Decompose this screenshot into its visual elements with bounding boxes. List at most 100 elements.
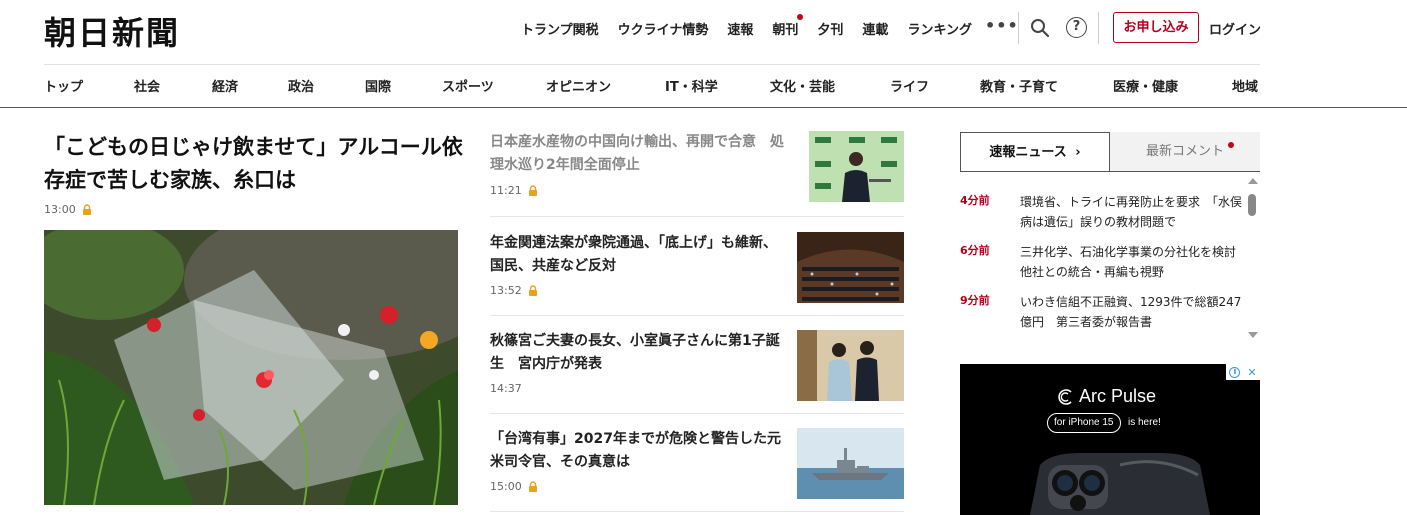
nav-bottom-line <box>0 107 1407 108</box>
article-thumbnail[interactable] <box>797 232 904 303</box>
search-icon[interactable] <box>1030 18 1050 38</box>
lead-headline[interactable]: 「こどもの日じゃけ飲ませて」アルコール依存症で苦しむ家族、糸口は <box>44 131 464 197</box>
close-icon[interactable]: ✕ <box>1247 366 1256 379</box>
subscribe-button[interactable]: お申し込み <box>1113 12 1199 43</box>
news-list-item[interactable]: 4分前 環境省、トライに再発防止を要求 「水俣病は遺伝」誤りの教材問題で <box>960 192 1245 238</box>
category-sports[interactable]: スポーツ <box>442 76 494 95</box>
header-divider <box>1018 12 1019 44</box>
top-link-evening-edition[interactable]: 夕刊 <box>817 19 843 38</box>
chevron-right-icon: › <box>1075 145 1081 160</box>
advertisement[interactable]: i ✕ Arc Pulse for iPhone 15 is here! <box>960 364 1260 515</box>
article-divider <box>490 216 904 217</box>
article-headline[interactable]: 秋篠宮ご夫妻の長女、小室眞子さんに第1子誕生 宮内庁が発表 <box>490 330 790 376</box>
top-link-label: ランキング <box>907 22 973 38</box>
new-indicator-dot <box>1228 142 1234 148</box>
lock-icon <box>528 481 537 492</box>
ad-choices[interactable]: i ✕ <box>1226 364 1260 380</box>
top-link-trump-tariff[interactable]: トランプ関税 <box>521 19 599 38</box>
new-indicator-dot <box>797 13 804 20</box>
news-headline[interactable]: 三井化学、石油化学事業の分社化を検討 他社との統合・再編も視野 <box>1020 242 1245 282</box>
news-headline[interactable]: いわき信組不正融資、1293件で総額247億円 第三者委が報告書 <box>1020 292 1242 332</box>
lock-icon <box>528 185 537 196</box>
tab-latest-comments[interactable]: 最新コメント <box>1110 132 1260 172</box>
category-international[interactable]: 国際 <box>365 76 391 95</box>
article-thumbnail[interactable] <box>809 131 904 202</box>
couple-photo <box>797 330 904 401</box>
tab-label: 速報ニュース <box>989 145 1067 160</box>
article-divider <box>490 511 904 512</box>
ad-pill: for iPhone 15 <box>1047 413 1121 433</box>
phone-case-image <box>1030 453 1210 515</box>
news-time-ago: 9分前 <box>960 294 990 307</box>
news-time-ago: 4分前 <box>960 194 990 207</box>
parliament-photo <box>797 232 904 303</box>
timestamp-text: 13:00 <box>44 203 76 216</box>
category-politics[interactable]: 政治 <box>288 76 314 95</box>
tab-label: 最新コメント <box>1145 144 1224 159</box>
lead-photo[interactable] <box>44 230 458 505</box>
category-medical[interactable]: 医療・健康 <box>1113 76 1178 95</box>
news-headline[interactable]: 環境省、トライに再発防止を要求 「水俣病は遺伝」誤りの教材問題で <box>1020 192 1242 232</box>
article-timestamp: 14:37 <box>490 382 522 395</box>
top-nav: トランプ関税 ウクライナ情勢 速報 朝刊 夕刊 連載 ランキング <box>521 13 991 39</box>
article-item[interactable]: 日本産水産物の中国向け輸出、再開で合意 処理水巡り2年間全面停止 11:21 <box>490 131 904 216</box>
article-timestamp: 13:52 <box>490 284 538 297</box>
article-item[interactable]: 「台湾有事」2027年までが危険と警告した元米司令官、その真意は 15:00 <box>490 428 904 508</box>
news-list-item[interactable]: 6分前 三井化学、石油化学事業の分社化を検討 他社との統合・再編も視野 <box>960 242 1245 288</box>
top-link-label: トランプ関税 <box>521 22 599 38</box>
category-top[interactable]: トップ <box>44 76 83 95</box>
ad-brand: Arc Pulse <box>1057 386 1156 407</box>
category-regional[interactable]: 地域 <box>1232 76 1258 95</box>
category-society[interactable]: 社会 <box>134 76 160 95</box>
timestamp-text: 14:37 <box>490 382 522 395</box>
category-it-science[interactable]: IT・科学 <box>665 76 718 95</box>
top-link-label: 速報 <box>727 22 754 38</box>
info-icon[interactable]: i <box>1229 366 1241 378</box>
site-header: 朝日新聞 トランプ関税 ウクライナ情勢 速報 朝刊 夕刊 連載 ランキング ••… <box>0 0 1407 64</box>
site-logo[interactable]: 朝日新聞 <box>44 8 180 54</box>
article-thumbnail[interactable] <box>797 330 904 401</box>
category-opinion[interactable]: オピニオン <box>546 76 611 95</box>
category-life[interactable]: ライフ <box>890 76 929 95</box>
arc-logo-icon <box>1058 388 1072 405</box>
category-education[interactable]: 教育・子育て <box>980 76 1058 95</box>
news-tabs: 速報ニュース › 最新コメント <box>960 132 1260 172</box>
help-icon[interactable]: ? <box>1066 17 1087 38</box>
timestamp-text: 15:00 <box>490 480 522 493</box>
scroll-up-arrow-icon[interactable] <box>1248 178 1258 184</box>
timestamp-text: 11:21 <box>490 184 522 197</box>
article-item[interactable]: 秋篠宮ご夫妻の長女、小室眞子さんに第1子誕生 宮内庁が発表 14:37 <box>490 330 904 410</box>
top-link-label: 連載 <box>862 22 889 38</box>
login-link[interactable]: ログイン <box>1209 19 1261 38</box>
timestamp-text: 13:52 <box>490 284 522 297</box>
top-link-morning-edition[interactable]: 朝刊 <box>772 13 804 38</box>
lock-icon <box>528 285 537 296</box>
category-nav: トップ 社会 経済 政治 国際 スポーツ オピニオン IT・科学 文化・芸能 ラ… <box>44 76 1260 96</box>
top-link-label: 夕刊 <box>817 22 844 38</box>
top-link-breaking[interactable]: 速報 <box>727 19 753 38</box>
scroll-thumb[interactable] <box>1248 194 1256 216</box>
top-link-series[interactable]: 連載 <box>862 19 888 38</box>
flowers-photo <box>44 230 458 505</box>
article-headline[interactable]: 日本産水産物の中国向け輸出、再開で合意 処理水巡り2年間全面停止 <box>490 131 790 177</box>
category-economy[interactable]: 経済 <box>212 76 238 95</box>
news-list-item[interactable]: 9分前 いわき信組不正融資、1293件で総額247億円 第三者委が報告書 <box>960 292 1245 338</box>
article-thumbnail[interactable] <box>797 428 904 499</box>
news-scrollbar[interactable] <box>1245 176 1260 344</box>
article-headline[interactable]: 「台湾有事」2027年までが危険と警告した元米司令官、その真意は <box>490 428 790 474</box>
ad-subtext: is here! <box>1128 417 1161 428</box>
top-link-label: 朝刊 <box>772 22 799 38</box>
top-link-label: ウクライナ情勢 <box>617 22 709 38</box>
top-link-ukraine[interactable]: ウクライナ情勢 <box>618 19 709 38</box>
scroll-down-arrow-icon[interactable] <box>1248 332 1258 338</box>
article-divider <box>490 315 904 316</box>
warship-photo <box>797 428 904 499</box>
more-menu-icon[interactable]: ••• <box>985 16 1019 35</box>
tab-breaking-news[interactable]: 速報ニュース › <box>960 132 1110 172</box>
article-headline[interactable]: 年金関連法案が衆院通過、「底上げ」も維新、国民、共産など反対 <box>490 232 790 278</box>
category-culture[interactable]: 文化・芸能 <box>770 76 835 95</box>
article-item[interactable]: 年金関連法案が衆院通過、「底上げ」も維新、国民、共産など反対 13:52 <box>490 232 904 312</box>
breaking-news-list: 4分前 環境省、トライに再発防止を要求 「水俣病は遺伝」誤りの教材問題で 6分前… <box>960 172 1245 348</box>
top-link-ranking[interactable]: ランキング <box>907 19 972 38</box>
lead-timestamp: 13:00 <box>44 203 92 216</box>
